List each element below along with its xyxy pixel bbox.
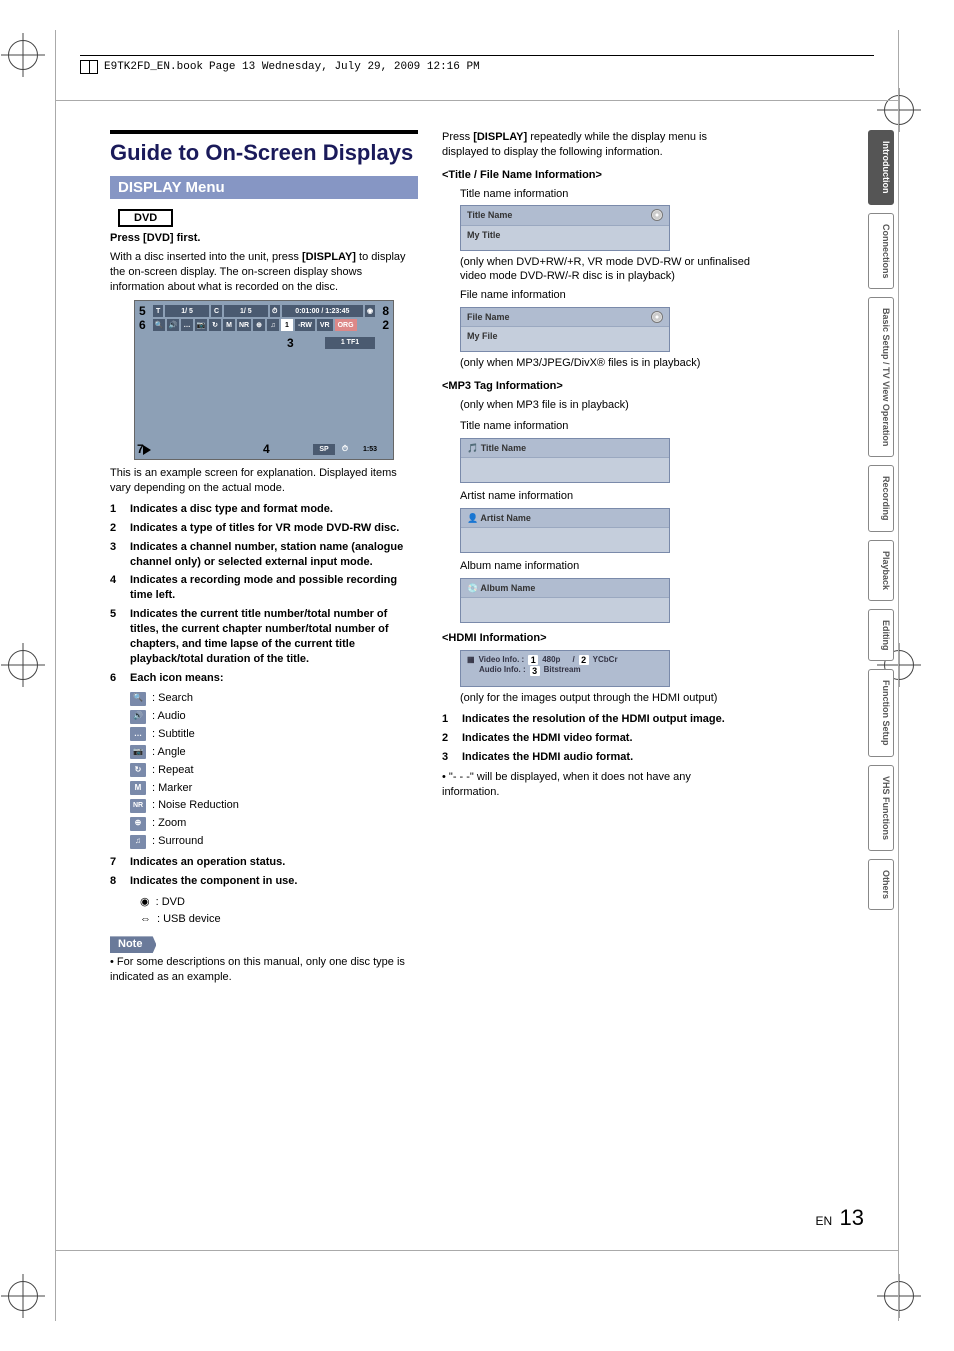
osd-vr: VR (317, 319, 333, 331)
osd-chap-num: 1/ 5 (224, 305, 268, 317)
disc-icon (651, 311, 663, 323)
note-text: • For some descriptions on this manual, … (110, 955, 418, 985)
mp3-title-box: 🎵 Title Name (460, 438, 670, 483)
sec2-sub2: Artist name information (460, 489, 750, 504)
tab-function-setup[interactable]: Function Setup (868, 669, 894, 757)
sec2-head: <MP3 Tag Information> (442, 379, 750, 394)
play-icon (143, 445, 151, 455)
dvd-tag: DVD (118, 209, 173, 227)
dvd-icon: ◉ (140, 895, 150, 910)
file-info-box: File Name My File (460, 307, 670, 352)
zoom-icon: ⊕ (130, 817, 146, 831)
sec2-sub3: Album name information (460, 559, 750, 574)
sec1-head: <Title / File Name Information> (442, 168, 750, 183)
tab-basic-setup[interactable]: Basic Setup / TV View Operation (868, 297, 894, 457)
mp3-album-box: 💿 Album Name (460, 578, 670, 623)
crop-line (55, 1250, 899, 1251)
print-mark-icon (8, 40, 38, 70)
audio-icon: 🔊 (130, 710, 146, 724)
sec1-sub2: File name information (460, 288, 750, 303)
osd-title-num: 1/ 5 (165, 305, 209, 317)
surround-icon: ♫ (130, 835, 146, 849)
print-mark-icon (8, 1281, 38, 1311)
usb-icon: ⇔ (140, 912, 151, 927)
sec1-note1: (only when DVD+RW/+R, VR mode DVD-RW or … (460, 255, 750, 285)
icon-legend: 🔍: Search 🔊: Audio …: Subtitle 📷: Angle … (130, 691, 418, 849)
osd-c: C (211, 305, 222, 317)
crop-line (55, 30, 56, 1321)
print-mark-icon (884, 1281, 914, 1311)
example-note: This is an example screen for explanatio… (110, 466, 418, 496)
subsection-heading: DISPLAY Menu (110, 176, 418, 199)
numbered-list: 1Indicates a disc type and format mode. … (110, 502, 418, 685)
header-filename: E9TK2FD_EN.book (104, 61, 203, 73)
title-info-box: Title Name My Title (460, 205, 670, 250)
osd-time: 0:01:00 / 1:23:45 (282, 305, 363, 317)
numbered-list-2: 7Indicates an operation status. 8Indicat… (110, 855, 418, 889)
tab-vhs-functions[interactable]: VHS Functions (868, 765, 894, 851)
right-column: Press [DISPLAY] repeatedly while the dis… (442, 130, 750, 989)
sec1-note2: (only when MP3/JPEG/DivX® files is in pl… (460, 356, 750, 371)
osd-channel: 1 TF1 (325, 337, 375, 348)
sec3-note: (only for the images output through the … (460, 691, 750, 706)
callout-2: 2 (382, 317, 389, 333)
tab-connections[interactable]: Connections (868, 213, 894, 290)
osd-org: ORG (335, 319, 357, 331)
osd-screen: 5 6 8 2 3 7 4 T 1/ 5 C 1/ 5 ⏱ 0:01:00 / … (134, 300, 394, 460)
nr-icon: NR (130, 799, 146, 813)
page-content: Guide to On-Screen Displays DISPLAY Menu… (110, 130, 750, 989)
search-icon: 🔍 (130, 692, 146, 706)
sec2-sub0: (only when MP3 file is in playback) (460, 398, 750, 413)
right-intro: Press [DISPLAY] repeatedly while the dis… (442, 130, 750, 160)
osd-rw: -RW (295, 319, 315, 331)
left-column: Guide to On-Screen Displays DISPLAY Menu… (110, 130, 418, 989)
sec3-head: <HDMI Information> (442, 631, 750, 646)
page-number: 13 (840, 1205, 864, 1230)
crop-line (898, 30, 899, 1321)
callout-3: 3 (287, 335, 294, 351)
header-pageinfo: Page 13 Wednesday, July 29, 2009 12:16 P… (209, 61, 480, 73)
callout-6: 6 (139, 317, 146, 333)
hdmi-info-box: ▦ Video Info. : 1 480p / 2 YCbCr Audio I… (460, 650, 670, 688)
note-tag: Note (110, 936, 156, 953)
tab-playback[interactable]: Playback (868, 540, 894, 601)
subtitle-icon: … (130, 727, 146, 741)
sec1-sub1: Title name information (460, 187, 750, 202)
disc-icon (651, 209, 663, 221)
page-title: Guide to On-Screen Displays (110, 130, 418, 166)
angle-icon: 📷 (130, 745, 146, 759)
hdmi-list: 1Indicates the resolution of the HDMI ou… (442, 712, 750, 765)
callout-1: 1 (281, 319, 293, 331)
book-icon (80, 60, 98, 74)
crop-line (55, 100, 899, 101)
intro-line1: Press [DVD] first. (110, 231, 418, 246)
osd-t: T (153, 305, 163, 317)
marker-icon: M (130, 781, 146, 795)
print-mark-icon (8, 650, 38, 680)
osd-mode: SP (313, 444, 335, 455)
hdmi-bullet: • "- - -" will be displayed, when it doe… (442, 770, 750, 800)
page-header: E9TK2FD_EN.book Page 13 Wednesday, July … (80, 55, 874, 74)
footer-lang: EN (816, 1214, 833, 1228)
side-tabs: Introduction Connections Basic Setup / T… (868, 130, 894, 910)
sec2-sub1: Title name information (460, 419, 750, 434)
tab-introduction[interactable]: Introduction (868, 130, 894, 205)
tab-recording[interactable]: Recording (868, 465, 894, 532)
repeat-icon: ↻ (130, 763, 146, 777)
intro-line2: With a disc inserted into the unit, pres… (110, 250, 418, 295)
mp3-artist-box: 👤 Artist Name (460, 508, 670, 553)
tab-editing[interactable]: Editing (868, 609, 894, 662)
page-footer: EN 13 (816, 1205, 865, 1231)
osd-rec-time: 1:53 (355, 444, 385, 455)
tab-others[interactable]: Others (868, 859, 894, 910)
